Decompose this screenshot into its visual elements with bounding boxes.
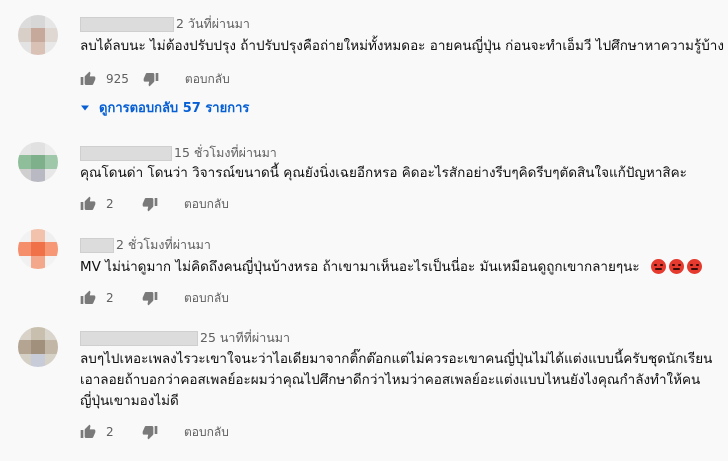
comment-text-line: ญี่ปุ่นเขามองไม่ดี xyxy=(80,393,179,409)
avatar-pixel xyxy=(44,15,58,29)
avatar-pixel xyxy=(31,255,45,269)
thumbs-down-icon[interactable] xyxy=(142,424,158,440)
comment-item: 25 นาทีที่ผ่านมา ลบๆไปเหอะเพลงไรวะเขาใจน… xyxy=(0,322,728,461)
avatar-pixel xyxy=(18,155,32,169)
avatar-pixel xyxy=(18,353,32,367)
like-count: 925 xyxy=(106,72,129,86)
avatar-pixel xyxy=(31,28,45,42)
like-count: 2 xyxy=(106,291,114,305)
avatar-pixel xyxy=(31,242,45,256)
angry-face-emoji xyxy=(668,259,684,274)
view-replies-label: ดูการตอบกลับ 57 รายการ xyxy=(99,101,250,116)
thumbs-up-icon[interactable] xyxy=(80,290,96,306)
timestamp[interactable]: 2 ชั่วโมงที่ผ่านมา xyxy=(116,235,211,255)
timestamp[interactable]: 15 ชั่วโมงที่ผ่านมา xyxy=(174,143,277,163)
thumbs-up-icon[interactable] xyxy=(80,196,96,212)
avatar-pixel xyxy=(31,142,45,156)
avatar-pixel xyxy=(44,255,58,269)
thumbs-down-icon[interactable] xyxy=(143,71,159,87)
avatar-pixel xyxy=(31,168,45,182)
avatar-pixel xyxy=(18,229,32,243)
thumbs-down-icon[interactable] xyxy=(142,196,158,212)
comment-text-line: เอาลอยถ้าบอกว่าคอสเพลย์อะผมว่าคุณไปศึกษา… xyxy=(80,372,701,388)
avatar-pixel xyxy=(44,242,58,256)
author-name-redacted[interactable] xyxy=(80,237,114,253)
avatar-pixel xyxy=(18,327,32,341)
avatar-pixel xyxy=(44,353,58,367)
comment-item: 15 ชั่วโมงที่ผ่านมา คุณโดนด่า โดนว่า วิจ… xyxy=(0,135,728,220)
comment-item: 2 วันที่ผ่านมา ลบได้ลบนะ ไม่ต้องปรับปรุง… xyxy=(0,0,728,120)
timestamp[interactable]: 25 นาทีที่ผ่านมา xyxy=(200,328,290,348)
like-count: 2 xyxy=(106,197,114,211)
like-count: 2 xyxy=(106,425,114,439)
comment-text-line: ลบๆไปเหอะเพลงไรวะเขาใจนะว่าไอเดียมาจากติ… xyxy=(80,351,713,367)
comment-header: 2 ชั่วโมงที่ผ่านมา xyxy=(80,237,211,253)
angry-face-emoji xyxy=(650,259,666,274)
avatar-pixel xyxy=(44,41,58,55)
avatar-pixel xyxy=(18,168,32,182)
author-name-redacted[interactable] xyxy=(80,330,198,346)
avatar-pixel xyxy=(31,353,45,367)
comment-actions: 925 ตอบกลับ xyxy=(80,69,230,89)
avatar-pixel xyxy=(31,15,45,29)
avatar-pixel xyxy=(44,168,58,182)
avatar-pixel xyxy=(31,41,45,55)
comment-text-line: คุณโดนด่า โดนว่า วิจารณ์ขนาดนี้ คุณยังนิ… xyxy=(80,165,687,181)
angry-face-emoji xyxy=(686,259,702,274)
emoji-group xyxy=(648,259,702,275)
avatar-pixel xyxy=(44,28,58,42)
avatar-pixel xyxy=(18,28,32,42)
comment-text: ลบได้ลบนะ ไม่ต้องปรับปรุง ถ้าปรับปรุงคือ… xyxy=(80,36,724,57)
avatar-pixel xyxy=(18,242,32,256)
author-name-redacted[interactable] xyxy=(80,145,172,161)
avatar[interactable] xyxy=(18,327,58,367)
comment-actions: 2 ตอบกลับ xyxy=(80,422,229,442)
timestamp[interactable]: 2 วันที่ผ่านมา xyxy=(176,14,250,34)
comment-text: คุณโดนด่า โดนว่า วิจารณ์ขนาดนี้ คุณยังนิ… xyxy=(80,163,687,184)
avatar-pixel xyxy=(18,41,32,55)
avatar[interactable] xyxy=(18,142,58,182)
caret-down-icon xyxy=(81,105,89,110)
comment-text: MV ไม่น่าดูมาก ไม่คิดถึงคนญี่ปุ่นบ้างหรอ… xyxy=(80,257,702,278)
reply-button[interactable]: ตอบกลับ xyxy=(184,423,229,442)
avatar-pixel xyxy=(44,327,58,341)
reply-button[interactable]: ตอบกลับ xyxy=(185,70,230,89)
thumbs-up-icon[interactable] xyxy=(80,424,96,440)
comment-header: 2 วันที่ผ่านมา xyxy=(80,16,250,32)
comment-header: 25 นาทีที่ผ่านมา xyxy=(80,330,290,346)
comment-actions: 2 ตอบกลับ xyxy=(80,194,229,214)
view-replies-button[interactable]: ดูการตอบกลับ 57 รายการ xyxy=(80,97,249,118)
reply-button[interactable]: ตอบกลับ xyxy=(184,289,229,308)
thumbs-down-icon[interactable] xyxy=(142,290,158,306)
avatar-pixel xyxy=(31,229,45,243)
avatar-pixel xyxy=(44,142,58,156)
avatar-pixel xyxy=(18,340,32,354)
avatar-pixel xyxy=(31,327,45,341)
avatar[interactable] xyxy=(18,15,58,55)
avatar[interactable] xyxy=(18,229,58,269)
comment-text-line: ลบได้ลบนะ ไม่ต้องปรับปรุง ถ้าปรับปรุงคือ… xyxy=(80,38,724,54)
author-name-redacted[interactable] xyxy=(80,16,174,32)
avatar-pixel xyxy=(31,155,45,169)
avatar-pixel xyxy=(44,229,58,243)
comment-header: 15 ชั่วโมงที่ผ่านมา xyxy=(80,145,277,161)
comment-text-line: MV ไม่น่าดูมาก ไม่คิดถึงคนญี่ปุ่นบ้างหรอ… xyxy=(80,259,640,275)
avatar-pixel xyxy=(18,142,32,156)
avatar-pixel xyxy=(44,340,58,354)
avatar-pixel xyxy=(18,255,32,269)
comment-text: ลบๆไปเหอะเพลงไรวะเขาใจนะว่าไอเดียมาจากติ… xyxy=(80,349,712,412)
thumbs-up-icon[interactable] xyxy=(80,71,96,87)
comment-item: 2 ชั่วโมงที่ผ่านมา MV ไม่น่าดูมาก ไม่คิด… xyxy=(0,227,728,322)
reply-button[interactable]: ตอบกลับ xyxy=(184,195,229,214)
comment-actions: 2 ตอบกลับ xyxy=(80,288,229,308)
avatar-pixel xyxy=(44,155,58,169)
avatar-pixel xyxy=(31,340,45,354)
avatar-pixel xyxy=(18,15,32,29)
